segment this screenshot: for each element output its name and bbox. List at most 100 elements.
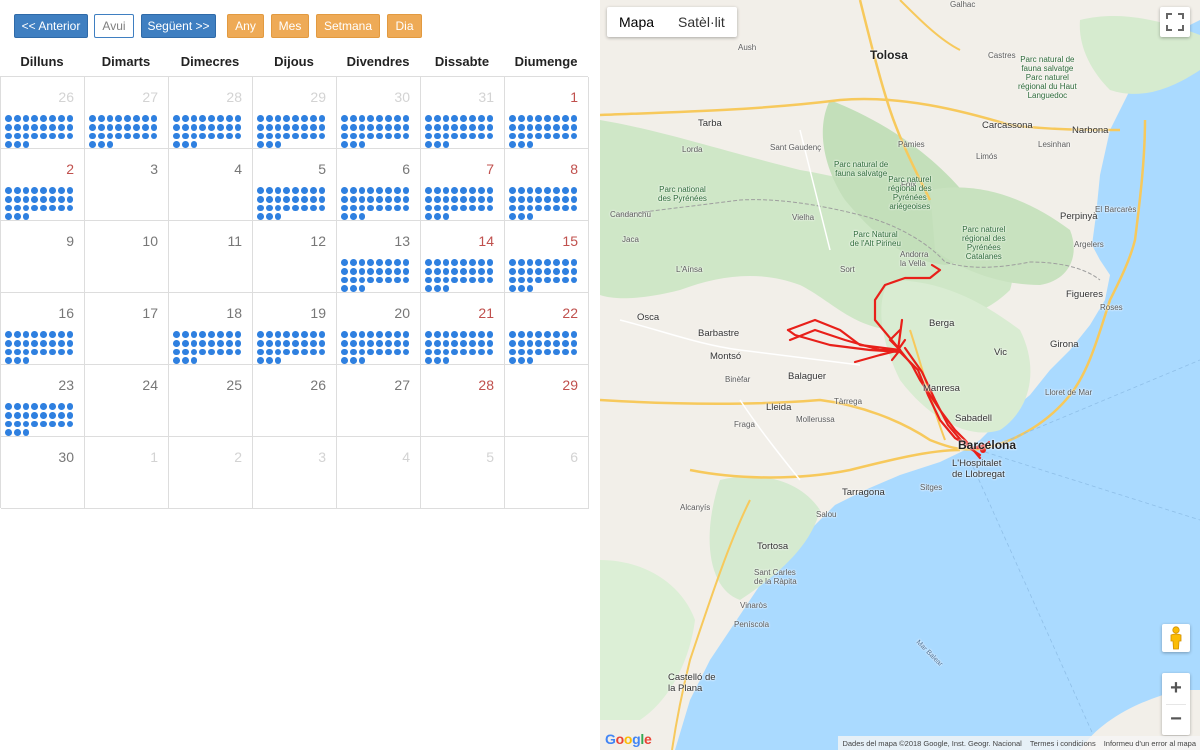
event-dot[interactable] — [265, 348, 273, 356]
event-dot[interactable] — [486, 204, 494, 212]
event-dot[interactable] — [526, 213, 534, 220]
event-dot[interactable] — [57, 420, 65, 428]
event-dot[interactable] — [341, 195, 348, 203]
event-dot[interactable] — [517, 276, 525, 284]
event-dot[interactable] — [257, 187, 264, 194]
event-dot[interactable] — [265, 115, 273, 122]
event-dot[interactable] — [257, 348, 264, 356]
event-dot[interactable] — [300, 331, 308, 338]
calendar-day-cell[interactable]: 27 — [337, 365, 421, 437]
event-dot[interactable] — [570, 339, 578, 347]
event-dot[interactable] — [358, 267, 366, 275]
event-dot[interactable] — [509, 204, 516, 212]
event-dot[interactable] — [367, 348, 375, 356]
event-dot[interactable] — [460, 348, 467, 356]
event-dot[interactable] — [190, 357, 198, 364]
event-dot[interactable] — [526, 195, 534, 203]
event-dot[interactable] — [106, 115, 114, 122]
event-dot[interactable] — [309, 195, 317, 203]
event-dots[interactable] — [425, 187, 495, 220]
event-dot[interactable] — [509, 123, 516, 131]
event-dot[interactable] — [66, 331, 74, 338]
event-dot[interactable] — [13, 403, 21, 410]
event-dot[interactable] — [283, 348, 291, 356]
event-dot[interactable] — [181, 357, 189, 364]
event-dot[interactable] — [48, 123, 56, 131]
event-dot[interactable] — [468, 276, 476, 284]
event-dot[interactable] — [509, 115, 516, 122]
event-dot[interactable] — [173, 331, 180, 338]
event-dot[interactable] — [66, 403, 74, 410]
year-view-button[interactable]: Any — [227, 14, 264, 38]
event-dot[interactable] — [393, 339, 401, 347]
event-dot[interactable] — [451, 331, 459, 338]
event-dot[interactable] — [341, 132, 348, 140]
event-dot[interactable] — [384, 195, 392, 203]
event-dot[interactable] — [5, 132, 12, 140]
event-dot[interactable] — [22, 213, 30, 220]
event-dot[interactable] — [517, 123, 525, 131]
event-dot[interactable] — [181, 141, 189, 148]
event-dot[interactable] — [433, 348, 441, 356]
event-dot[interactable] — [89, 141, 96, 148]
event-dot[interactable] — [535, 331, 543, 338]
event-dot[interactable] — [265, 331, 273, 338]
event-dot[interactable] — [535, 339, 543, 347]
zoom-out-button[interactable]: − — [1162, 704, 1190, 735]
event-dot[interactable] — [544, 267, 551, 275]
map-panel[interactable]: Tolosa Barcelona L'Hospitalet de Llobreg… — [600, 0, 1200, 750]
event-dot[interactable] — [22, 411, 30, 419]
event-dot[interactable] — [535, 204, 543, 212]
event-dot[interactable] — [66, 420, 74, 428]
event-dot[interactable] — [48, 204, 56, 212]
event-dot[interactable] — [40, 339, 47, 347]
event-dot[interactable] — [173, 123, 180, 131]
event-dot[interactable] — [66, 115, 74, 122]
event-dot[interactable] — [181, 115, 189, 122]
event-dot[interactable] — [292, 331, 299, 338]
event-dot[interactable] — [517, 331, 525, 338]
event-dot[interactable] — [216, 123, 224, 131]
calendar-day-cell[interactable]: 30 — [337, 77, 421, 149]
event-dots[interactable] — [341, 259, 411, 292]
event-dot[interactable] — [367, 123, 375, 131]
event-dot[interactable] — [31, 204, 39, 212]
event-dot[interactable] — [97, 115, 105, 122]
event-dot[interactable] — [486, 132, 494, 140]
event-dot[interactable] — [402, 204, 410, 212]
event-dot[interactable] — [526, 141, 534, 148]
event-dot[interactable] — [225, 132, 233, 140]
event-dot[interactable] — [544, 276, 551, 284]
event-dot[interactable] — [486, 348, 494, 356]
event-dot[interactable] — [384, 187, 392, 194]
event-dots[interactable] — [257, 331, 327, 364]
event-dot[interactable] — [13, 195, 21, 203]
event-dot[interactable] — [31, 411, 39, 419]
event-dot[interactable] — [442, 259, 450, 266]
event-dot[interactable] — [442, 285, 450, 292]
event-dot[interactable] — [384, 339, 392, 347]
event-dot[interactable] — [57, 195, 65, 203]
event-dot[interactable] — [468, 331, 476, 338]
street-view-button[interactable] — [1162, 624, 1190, 652]
event-dot[interactable] — [13, 213, 21, 220]
event-dot[interactable] — [451, 187, 459, 194]
event-dot[interactable] — [265, 132, 273, 140]
event-dot[interactable] — [349, 348, 357, 356]
event-dot[interactable] — [570, 132, 578, 140]
calendar-day-cell[interactable]: 4 — [337, 437, 421, 509]
event-dot[interactable] — [367, 195, 375, 203]
calendar-day-cell[interactable]: 7 — [421, 149, 505, 221]
event-dot[interactable] — [57, 348, 65, 356]
event-dot[interactable] — [486, 115, 494, 122]
event-dots[interactable] — [5, 115, 75, 148]
event-dot[interactable] — [425, 267, 432, 275]
event-dot[interactable] — [265, 187, 273, 194]
event-dot[interactable] — [451, 276, 459, 284]
event-dot[interactable] — [31, 115, 39, 122]
event-dot[interactable] — [341, 187, 348, 194]
event-dot[interactable] — [208, 331, 215, 338]
event-dot[interactable] — [309, 187, 317, 194]
event-dot[interactable] — [376, 123, 383, 131]
event-dot[interactable] — [309, 348, 317, 356]
